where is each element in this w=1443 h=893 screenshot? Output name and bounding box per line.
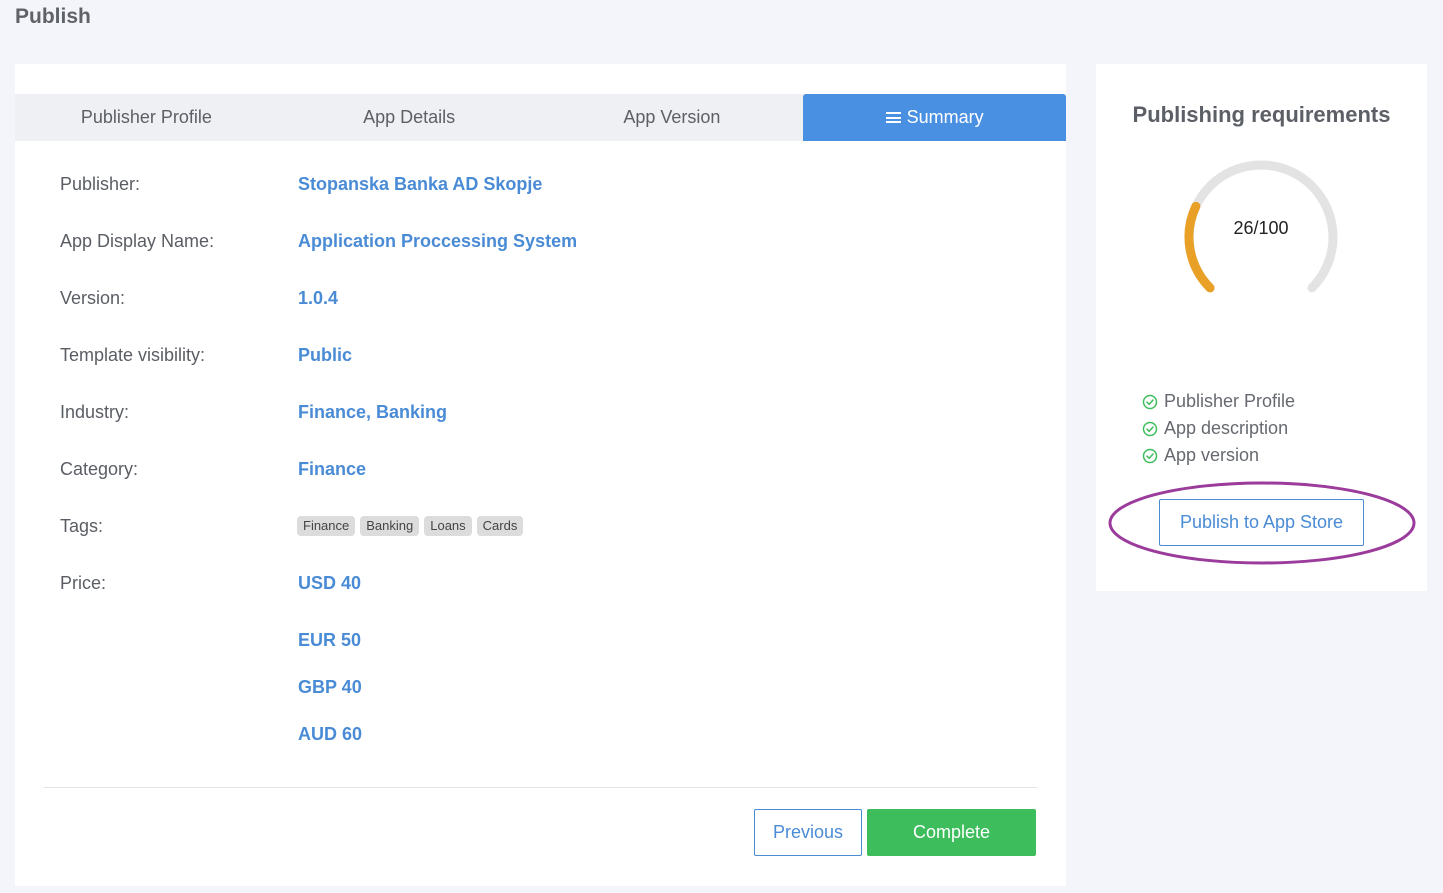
detail-label: App Display Name: [60, 230, 215, 251]
tab-summary[interactable]: Summary [803, 94, 1066, 141]
detail-row-app-name: App Display Name: Application Proccessin… [15, 226, 1066, 256]
tab-label: Publisher Profile [80, 107, 212, 127]
wizard-tabs: Publisher Profile App Details App Versio… [15, 94, 1066, 141]
detail-row-industry: Industry: Finance, Banking [15, 397, 1066, 427]
requirements-list: Publisher Profile App description App ve… [1142, 388, 1295, 469]
publish-to-app-store-button[interactable]: Publish to App Store [1159, 499, 1364, 546]
detail-row-category: Category: Finance [15, 454, 1066, 484]
tag-badge: Banking [360, 516, 420, 536]
detail-row-price: Price: USD 40 [15, 568, 1066, 598]
tag-list: Finance Banking Loans Cards [297, 516, 524, 536]
complete-button[interactable]: Complete [867, 809, 1036, 856]
summary-card: Publisher Profile App Details App Versio… [15, 64, 1066, 886]
tag-badge: Loans [424, 516, 472, 536]
tag-badge: Finance [297, 516, 356, 536]
requirement-label: App version [1164, 445, 1260, 465]
detail-value: Finance [298, 458, 367, 479]
tab-label: App Details [363, 107, 456, 127]
requirements-title: Publishing requirements [1132, 102, 1391, 127]
detail-row-price-extra: GBP 40 [15, 672, 1066, 702]
detail-label: Category: [60, 458, 139, 479]
detail-label: Industry: [60, 401, 130, 422]
detail-label: Publisher: [60, 173, 141, 194]
detail-value: Stopanska Banka AD Skopje [298, 173, 543, 194]
detail-row-tags: Tags: Finance Banking Loans Cards [15, 511, 1066, 541]
detail-label: Price: [60, 572, 107, 593]
detail-row-price-extra: EUR 50 [15, 625, 1066, 655]
requirement-label: App description [1164, 418, 1289, 438]
divider [44, 787, 1037, 788]
requirement-item: Publisher Profile [1142, 388, 1295, 415]
detail-label: Template visibility: [60, 344, 206, 365]
detail-row-visibility: Template visibility: Public [15, 340, 1066, 370]
tab-app-details[interactable]: App Details [278, 94, 541, 141]
detail-row-publisher: Publisher: Stopanska Banka AD Skopje [15, 169, 1066, 199]
detail-row-version: Version: 1.0.4 [15, 283, 1066, 313]
requirement-item: App version [1142, 442, 1295, 469]
detail-row-price-extra: AUD 60 [15, 719, 1066, 749]
price-value: USD 40 [298, 572, 362, 593]
requirement-label: Publisher Profile [1164, 391, 1296, 411]
detail-value: 1.0.4 [298, 287, 339, 308]
publishing-requirements-card: Publishing requirements 26/100 Publisher… [1096, 64, 1427, 591]
check-circle-icon [1142, 421, 1158, 436]
price-value: AUD 60 [298, 723, 363, 744]
requirement-item: App description [1142, 415, 1295, 442]
detail-value: Public [298, 344, 353, 365]
tab-label: App Version [623, 107, 721, 127]
check-circle-icon [1142, 394, 1158, 409]
tab-app-version[interactable]: App Version [541, 94, 804, 141]
list-icon [885, 112, 901, 123]
tab-label: Summary [906, 107, 984, 127]
page-title: Publish [15, 5, 91, 28]
previous-button[interactable]: Previous [754, 809, 862, 856]
price-value: GBP 40 [298, 676, 362, 697]
score-text: 26/100 [1233, 218, 1289, 238]
detail-label: Version: [60, 287, 126, 308]
check-circle-icon [1142, 448, 1158, 463]
detail-label: Tags: [60, 515, 104, 536]
detail-value: Application Proccessing System [298, 230, 578, 251]
price-value: EUR 50 [298, 629, 362, 650]
tag-badge: Cards [476, 516, 524, 536]
tab-publisher-profile[interactable]: Publisher Profile [15, 94, 278, 141]
detail-value: Finance, Banking [298, 401, 448, 422]
